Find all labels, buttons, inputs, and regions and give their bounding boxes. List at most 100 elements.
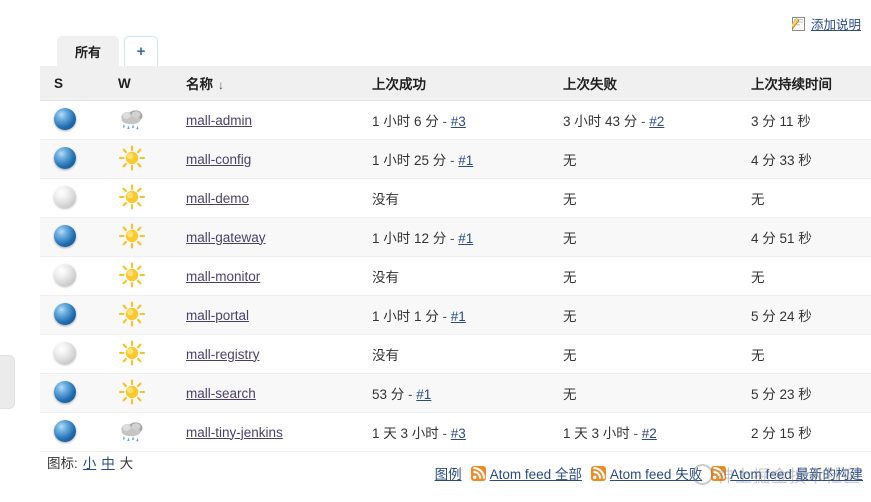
cell-last-failure-separator: - [637,114,650,129]
feed-latest-label[interactable]: Atom feed 最新的构建 [730,463,863,483]
last-success-build-link[interactable]: #1 [458,231,473,246]
column-header-status[interactable]: S [40,66,110,101]
feed-failed-item[interactable]: Atom feed 失败 [590,463,702,483]
icon-size-small[interactable]: 小 [83,456,97,471]
status-ball-blue [54,419,76,442]
last-failure-build-link[interactable]: #2 [649,114,664,129]
cell-last-duration: 无 [743,334,871,374]
feed-all-item[interactable]: Atom feed 全部 [470,463,582,483]
cell-last-success-text: 1 小时 1 分 [372,309,439,324]
job-link[interactable]: mall-registry [186,347,260,362]
cell-last-failure: 无 [555,139,743,179]
column-header-name[interactable]: 名称 ↓ [178,66,364,101]
cell-last-duration: 4 分 51 秒 [743,217,871,257]
job-link[interactable]: mall-search [186,386,256,401]
cell-last-success: 1 小时 25 分 - #1 [364,139,555,179]
cell-last-failure: 无 [555,256,743,296]
cell-last-failure: 无 [555,178,743,218]
tab-add-view[interactable]: + [124,36,159,66]
sidebar-partial-stub [0,355,15,409]
last-success-build-link[interactable]: #1 [458,153,473,168]
table-row: mall-config 1 小时 25 分 - #1 无 4 分 33 秒 [40,139,871,179]
sort-descending-icon: ↓ [218,78,224,92]
column-header-last-failure[interactable]: 上次失败 [555,66,743,101]
cell-job-name: mall-search [178,373,364,413]
last-failure-build-link[interactable]: #2 [642,426,657,441]
status-ball-grey [54,185,76,208]
cell-last-success-text: 53 分 [372,387,405,402]
cell-last-success: 1 小时 6 分 - #3 [364,100,555,140]
cell-status [40,412,110,452]
weather-sunny-icon [118,261,146,288]
cell-job-name: mall-gateway [178,217,364,257]
last-success-build-link[interactable]: #1 [416,387,431,402]
weather-sunny-icon [118,339,146,366]
cell-status [40,178,110,218]
status-ball-grey [54,341,76,364]
cell-last-failure-text: 无 [563,387,577,402]
weather-sunny-icon [118,300,146,327]
status-ball-grey [54,263,76,286]
job-link[interactable]: mall-monitor [186,269,260,284]
cell-last-failure-text: 1 天 3 小时 [563,426,630,441]
cell-last-success-separator: - [438,114,451,129]
status-ball-blue [54,380,76,403]
cell-last-duration: 2 分 15 秒 [743,412,871,452]
cell-last-success-text: 没有 [372,192,399,207]
view-tabbar: 所有 + [57,33,159,66]
cell-last-success-text: 没有 [372,270,399,285]
cell-job-name: mall-demo [178,178,364,218]
cell-last-failure-text: 无 [563,270,577,285]
cell-last-success: 1 小时 1 分 - #1 [364,295,555,335]
job-link[interactable]: mall-demo [186,191,249,206]
last-success-build-link[interactable]: #3 [451,114,466,129]
cell-last-failure: 1 天 3 小时 - #2 [555,412,743,452]
table-row: mall-registry 没有 无 无 [40,334,871,374]
cell-last-success-separator: - [438,426,451,441]
cell-last-success: 没有 [364,256,555,296]
cell-last-failure-separator: - [629,426,642,441]
cell-last-duration: 4 分 33 秒 [743,139,871,179]
feed-latest-item[interactable]: Atom feed 最新的构建 [711,463,863,483]
cell-weather [110,256,178,296]
weather-rainy-icon [118,418,146,444]
table-row: mall-demo 没有 无 无 [40,178,871,218]
cell-last-duration: 无 [743,178,871,218]
cell-last-success-text: 1 小时 6 分 [372,114,439,129]
feed-failed-label[interactable]: Atom feed 失败 [610,463,702,483]
feed-all-label[interactable]: Atom feed 全部 [490,463,582,483]
tab-all[interactable]: 所有 [57,36,120,66]
job-link[interactable]: mall-gateway [186,230,266,245]
column-header-weather[interactable]: W [110,66,178,101]
last-success-build-link[interactable]: #1 [451,309,466,324]
job-link[interactable]: mall-config [186,152,251,167]
legend-link[interactable]: 图例 [435,463,462,483]
last-success-build-link[interactable]: #3 [451,426,466,441]
table-row: mall-search 53 分 - #1 无 5 分 23 秒 [40,373,871,413]
weather-sunny-icon [118,378,146,405]
column-header-last-duration[interactable]: 上次持续时间 [743,66,871,101]
job-link[interactable]: mall-portal [186,308,249,323]
icon-size-medium[interactable]: 中 [101,456,115,471]
cell-weather [110,139,178,179]
cell-status [40,295,110,335]
cell-last-success: 没有 [364,334,555,374]
cell-job-name: mall-monitor [178,256,364,296]
cell-last-duration: 3 分 11 秒 [743,100,871,140]
column-header-last-success[interactable]: 上次成功 [364,66,555,101]
cell-last-failure-text: 无 [563,231,577,246]
cell-last-failure: 无 [555,334,743,374]
add-description-link[interactable]: 添加说明 [789,14,861,33]
status-ball-blue [54,224,76,247]
cell-status [40,139,110,179]
cell-weather [110,334,178,374]
jobs-table-head: S W 名称 ↓ 上次成功 上次失败 上次持续时间 [40,66,871,101]
weather-sunny-icon [118,144,146,171]
cell-last-success: 53 分 - #1 [364,373,555,413]
job-link[interactable]: mall-tiny-jenkins [186,425,283,440]
add-description-label[interactable]: 添加说明 [811,14,861,33]
cell-weather [110,217,178,257]
jobs-table-body: mall-admin 1 小时 6 分 - #3 3 小时 43 分 - #2 3 分… [40,100,871,452]
icon-size-label: 图标: [47,456,78,471]
job-link[interactable]: mall-admin [186,113,252,128]
